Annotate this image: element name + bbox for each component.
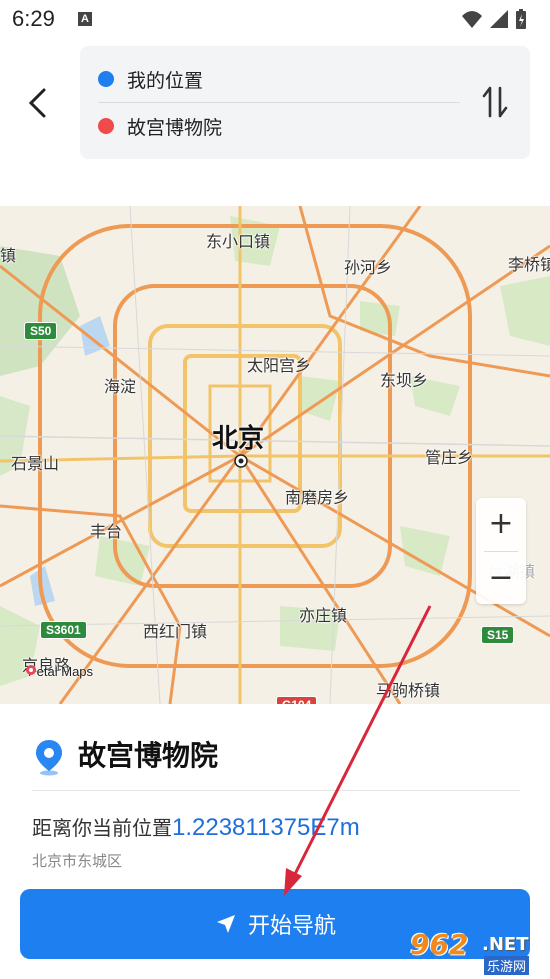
back-button[interactable] — [26, 87, 50, 123]
route-header: 我的位置 故宫博物院 — [0, 40, 550, 165]
map-place: 海淀 — [104, 379, 137, 396]
origin-field[interactable]: 我的位置 — [98, 59, 203, 99]
map-place: 太阳宫乡 — [247, 358, 312, 375]
zoom-out-button[interactable]: − — [476, 552, 526, 604]
road-tag: G104 — [276, 696, 318, 704]
origin-dot-icon — [98, 71, 114, 87]
map-place: 西红门镇 — [143, 624, 208, 641]
battery-icon — [516, 9, 526, 29]
zoom-controls: + − — [476, 498, 526, 604]
chevron-left-icon — [28, 88, 46, 118]
map-place: 东小口镇 — [206, 234, 271, 251]
signal-icon — [490, 10, 508, 28]
map-attribution: Petal Maps — [24, 664, 93, 679]
distance-label: 距离你当前位置 — [32, 818, 172, 840]
status-time: 6:29 — [12, 6, 55, 31]
destination-dot-icon — [98, 118, 114, 134]
destination-field[interactable]: 故宫博物院 — [98, 106, 222, 146]
map-view[interactable]: 东小口镇 孙河乡 李桥镇 太阳宫乡 海淀 东坝乡 北京 石景山 管庄乡 南磨房乡… — [0, 206, 550, 704]
map-place: 东坝乡 — [380, 373, 429, 390]
watermark-logo: 962 .NET 乐游网 — [404, 928, 544, 975]
distance-value: 1.223811375E7m — [172, 814, 360, 841]
status-bar: 6:29 A — [0, 0, 550, 40]
card-divider — [32, 790, 520, 791]
watermark-subtitle: 乐游网 — [484, 956, 530, 975]
navigation-arrow-icon — [216, 915, 235, 933]
watermark-domain: .NET — [482, 934, 529, 955]
petal-maps-logo-icon — [26, 665, 36, 675]
swap-button[interactable] — [480, 84, 510, 124]
map-place: 管庄乡 — [425, 450, 474, 467]
distance-row: 距离你当前位置 1.223811375E7m — [32, 812, 360, 842]
destination-label: 故宫博物院 — [127, 117, 223, 139]
road-tag: S50 — [24, 322, 58, 340]
map-city-label: 北京 — [212, 423, 265, 453]
map-place: 孙河乡 — [344, 260, 393, 277]
address-text: 北京市东城区 — [32, 853, 123, 870]
map-place: 南磨房乡 — [285, 490, 350, 507]
map-place: 镇 — [0, 248, 17, 265]
status-icons — [460, 8, 540, 36]
location-pin-icon — [34, 738, 64, 780]
map-place: 丰台 — [90, 524, 123, 541]
map-place: 李桥镇 — [508, 257, 550, 274]
map-place: 马驹桥镇 — [376, 683, 441, 700]
wifi-icon — [462, 11, 482, 28]
start-navigation-label: 开始导航 — [247, 913, 336, 938]
swap-vertical-icon — [482, 86, 508, 118]
route-box: 我的位置 故宫博物院 — [80, 46, 530, 159]
route-divider — [98, 102, 460, 103]
road-tag: S3601 — [40, 621, 87, 639]
zoom-in-button[interactable]: + — [476, 498, 526, 550]
origin-label: 我的位置 — [127, 70, 204, 92]
destination-title: 故宫博物院 — [78, 740, 219, 771]
watermark-number: 962 — [410, 928, 469, 961]
map-place: 亦庄镇 — [299, 608, 348, 625]
road-tag: S15 — [481, 626, 515, 644]
notification-badge-icon: A — [78, 12, 92, 26]
map-place: 石景山 — [11, 456, 60, 473]
